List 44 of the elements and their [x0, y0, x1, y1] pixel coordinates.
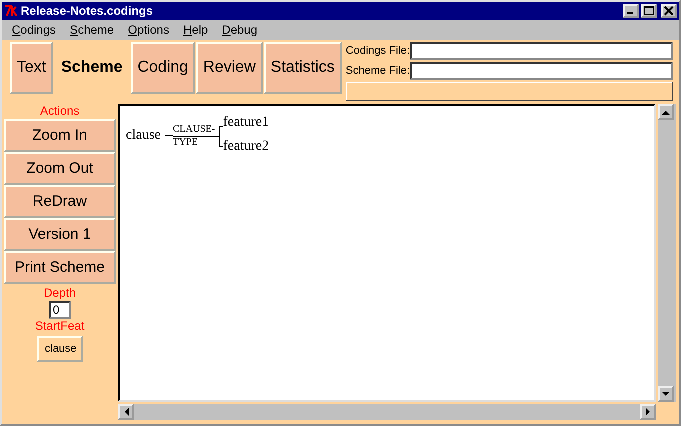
menu-item[interactable]: Scheme: [70, 23, 114, 37]
scroll-right-icon[interactable]: [640, 404, 656, 420]
minimize-button[interactable]: [623, 4, 639, 18]
menu-item[interactable]: Help: [183, 23, 208, 37]
tab[interactable]: Coding: [130, 42, 196, 94]
feature-label: feature2: [223, 138, 270, 156]
scroll-left-icon[interactable]: [118, 404, 134, 420]
connector-line: [164, 135, 173, 137]
logo-icon: [4, 5, 18, 17]
close-icon: [664, 6, 674, 16]
maximize-button[interactable]: [641, 4, 657, 18]
depth-field[interactable]: 0: [49, 301, 71, 319]
tab[interactable]: Statistics: [264, 42, 342, 94]
action-button[interactable]: Zoom Out: [4, 152, 116, 185]
scroll-up-icon[interactable]: [658, 104, 674, 120]
system-label: TYPE: [172, 136, 199, 148]
start-feature-button[interactable]: clause: [37, 336, 83, 362]
system-label: CLAUSE-: [172, 124, 216, 136]
input-field[interactable]: [410, 62, 673, 80]
horizontal-scrollbar[interactable]: [118, 404, 656, 420]
scroll-down-icon[interactable]: [658, 386, 674, 402]
menu-item[interactable]: Debug: [222, 23, 258, 37]
close-button[interactable]: [661, 4, 677, 18]
feature-label: feature1: [223, 114, 270, 132]
field-label: Scheme File:: [346, 65, 408, 77]
minimize-icon: [627, 12, 633, 14]
section-label: Actions: [40, 104, 80, 119]
menu-item[interactable]: Codings: [12, 23, 56, 37]
vertical-scrollbar[interactable]: [658, 104, 676, 402]
action-button[interactable]: ReDraw: [4, 185, 116, 218]
action-button[interactable]: Zoom In: [4, 119, 116, 152]
tab[interactable]: Text: [10, 42, 54, 94]
tab[interactable]: Scheme: [54, 42, 130, 94]
tab[interactable]: Review: [196, 42, 263, 94]
field-label: StartFeat: [35, 319, 85, 334]
field-label: Depth: [44, 286, 76, 301]
action-button[interactable]: Print Scheme: [4, 251, 116, 284]
root-label: clause: [126, 128, 161, 144]
field-label: Codings File:: [346, 45, 408, 57]
window-title: Release-Notes.codings: [21, 4, 154, 18]
maximize-icon: [644, 6, 654, 16]
menu-item[interactable]: Options: [128, 23, 170, 37]
input-field[interactable]: [410, 42, 673, 60]
action-button[interactable]: Version 1: [4, 218, 116, 251]
